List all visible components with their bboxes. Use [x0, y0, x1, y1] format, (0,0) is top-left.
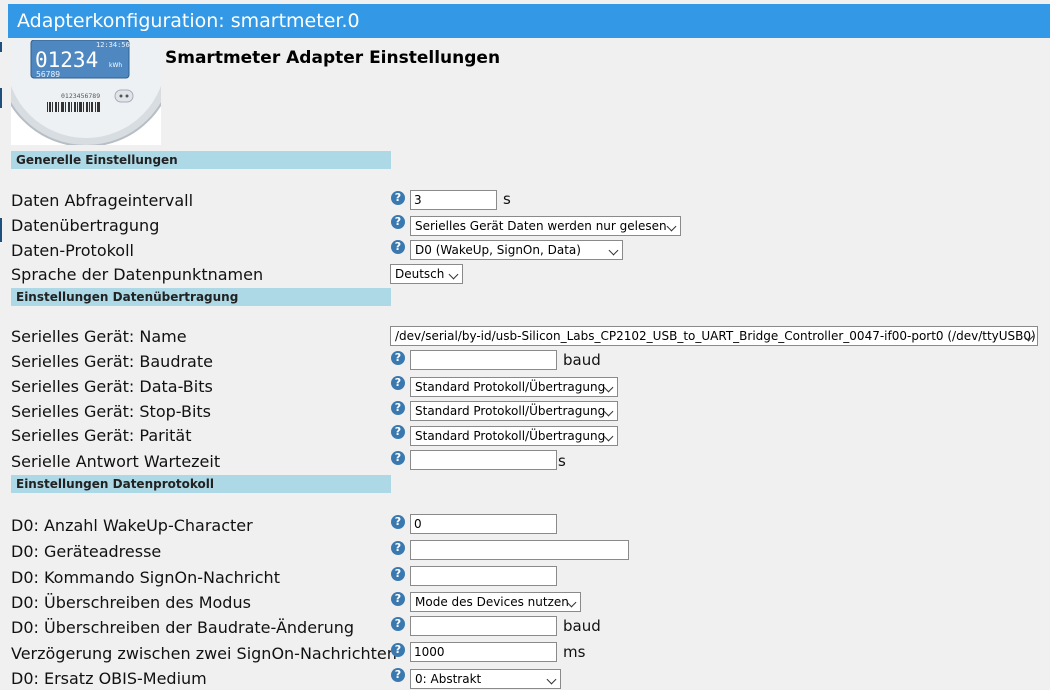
- databits-label: Serielles Gerät: Data-Bits: [11, 377, 213, 396]
- language-select[interactable]: Deutsch: [390, 264, 463, 284]
- databits-select[interactable]: Standard Protokoll/Übertragung: [410, 377, 618, 397]
- obis-medium-value: 0: Abstrakt: [415, 672, 482, 686]
- language-value: Deutsch: [395, 267, 445, 281]
- question-circle-icon[interactable]: ?: [391, 425, 405, 439]
- parity-select[interactable]: Standard Protokoll/Übertragung: [410, 426, 618, 446]
- interval-input[interactable]: 3: [410, 190, 497, 210]
- smartmeter-logo: 12:34:56 01234 kWh 56789 0123456789: [11, 40, 161, 145]
- wakeup-chars-label: D0: Anzahl WakeUp-Character: [11, 516, 253, 535]
- question-circle-icon[interactable]: ?: [391, 451, 405, 465]
- baudrate-override-unit: baud: [563, 617, 601, 635]
- serial-name-label: Serielles Gerät: Name: [11, 327, 187, 346]
- question-circle-icon[interactable]: ?: [391, 567, 405, 581]
- question-circle-icon[interactable]: ?: [391, 215, 405, 229]
- transfer-mode-select[interactable]: Serielles Gerät Daten werden nur gelesen: [410, 216, 681, 236]
- obis-medium-label: D0: Ersatz OBIS-Medium: [11, 669, 207, 688]
- stopbits-value: Standard Protokoll/Übertragung: [415, 404, 606, 418]
- baudrate-input[interactable]: [410, 350, 557, 370]
- stopbits-label: Serielles Gerät: Stop-Bits: [11, 402, 212, 421]
- question-circle-icon[interactable]: ?: [391, 592, 405, 606]
- left-edge-marker: [0, 42, 2, 52]
- logo-time: 12:34:56: [96, 41, 130, 49]
- baudrate-override-label: D0: Überschreiben der Baudrate-Änderung: [11, 618, 355, 637]
- wakeup-chars-input[interactable]: 0: [410, 514, 557, 534]
- signon-delay-unit: ms: [563, 643, 586, 661]
- question-circle-icon[interactable]: ?: [391, 401, 405, 415]
- signon-command-label: D0: Kommando SignOn-Nachricht: [11, 568, 280, 587]
- transfer-mode-value: Serielles Gerät Daten werden nur gelesen: [415, 219, 667, 233]
- question-circle-icon[interactable]: ?: [391, 617, 405, 631]
- question-circle-icon[interactable]: ?: [391, 191, 405, 205]
- device-address-input[interactable]: [410, 540, 629, 560]
- interval-label: Daten Abfrageintervall: [11, 191, 194, 210]
- chevron-down-icon: [448, 269, 459, 280]
- serial-device-value: /dev/serial/by-id/usb-Silicon_Labs_CP210…: [395, 329, 1036, 343]
- logo-serial: 0123456789: [61, 92, 100, 100]
- window-title: Adapterkonfiguration: smartmeter.0: [17, 10, 360, 32]
- mode-override-value: Mode des Devices nutzen: [415, 595, 569, 609]
- baudrate-unit: baud: [563, 351, 601, 369]
- left-edge-marker: [0, 88, 2, 108]
- interval-unit: s: [503, 190, 511, 208]
- stopbits-select[interactable]: Standard Protokoll/Übertragung: [410, 401, 618, 421]
- question-circle-icon[interactable]: ?: [391, 240, 405, 254]
- response-wait-unit: s: [558, 452, 566, 470]
- transfer-mode-label: Datenübertragung: [11, 216, 160, 235]
- left-edge-marker: [0, 218, 2, 242]
- protocol-select[interactable]: D0 (WakeUp, SignOn, Data): [410, 240, 623, 260]
- question-circle-icon[interactable]: ?: [391, 515, 405, 529]
- section-general-settings: Generelle Einstellungen: [11, 151, 391, 169]
- protocol-label: Daten-Protokoll: [11, 241, 134, 260]
- databits-value: Standard Protokoll/Übertragung: [415, 380, 606, 394]
- mode-override-label: D0: Überschreiben des Modus: [11, 593, 251, 612]
- question-circle-icon[interactable]: ?: [391, 351, 405, 365]
- chevron-down-icon: [546, 674, 557, 685]
- signon-delay-input[interactable]: 1000: [410, 642, 557, 662]
- signon-delay-label: Verzögerung zwischen zwei SignOn-Nachric…: [11, 644, 397, 663]
- baudrate-override-input[interactable]: [410, 616, 557, 636]
- question-circle-icon[interactable]: ?: [391, 668, 405, 682]
- page-title: Smartmeter Adapter Einstellungen: [165, 48, 501, 68]
- response-wait-input[interactable]: [410, 450, 557, 470]
- question-circle-icon[interactable]: ?: [391, 376, 405, 390]
- logo-unit: kWh: [109, 62, 122, 69]
- logo-small-number: 56789: [36, 70, 60, 79]
- section-protocol-settings: Einstellungen Datenprotokoll: [11, 475, 391, 493]
- language-label: Sprache der Datenpunktnamen: [11, 265, 264, 284]
- serial-device-select[interactable]: /dev/serial/by-id/usb-Silicon_Labs_CP210…: [390, 326, 1038, 346]
- section-transfer-settings: Einstellungen Datenübertragung: [11, 288, 391, 306]
- mode-override-select[interactable]: Mode des Devices nutzen: [410, 592, 581, 612]
- logo-reading: 01234: [35, 48, 98, 72]
- device-address-label: D0: Geräteadresse: [11, 542, 162, 561]
- chevron-down-icon: [608, 245, 619, 256]
- question-circle-icon[interactable]: ?: [391, 541, 405, 555]
- response-wait-label: Serielle Antwort Wartezeit: [11, 452, 221, 471]
- parity-label: Serielles Gerät: Parität: [11, 426, 192, 445]
- question-circle-icon[interactable]: ?: [391, 643, 405, 657]
- baudrate-label: Serielles Gerät: Baudrate: [11, 352, 213, 371]
- obis-medium-select[interactable]: 0: Abstrakt: [410, 669, 561, 689]
- chevron-down-icon: [666, 221, 677, 232]
- protocol-value: D0 (WakeUp, SignOn, Data): [415, 243, 581, 257]
- window-title-bar: Adapterkonfiguration: smartmeter.0: [8, 4, 1050, 38]
- parity-value: Standard Protokoll/Übertragung: [415, 429, 606, 443]
- signon-command-input[interactable]: [410, 566, 557, 586]
